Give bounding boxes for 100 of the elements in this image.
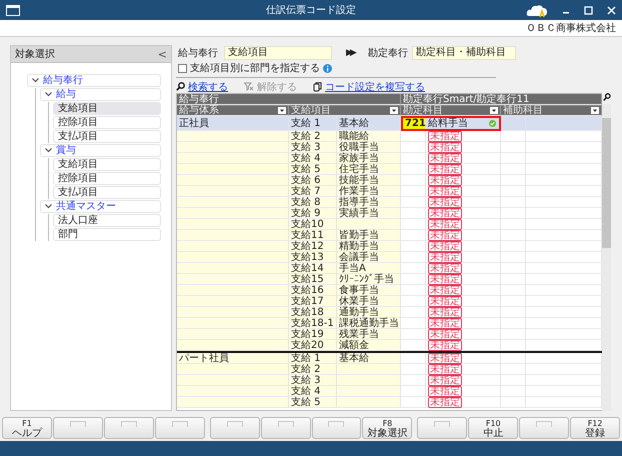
function-key[interactable]: F10 中止 [468, 417, 518, 439]
tree-item[interactable]: 支払項目 [53, 186, 161, 199]
table-cell [337, 386, 401, 397]
source-label: 給与奉行 [178, 46, 218, 60]
table-cell: 家族手当 [337, 153, 401, 164]
tree-item[interactable]: 部門 [53, 228, 161, 241]
table-cell: 支給16 [289, 285, 337, 296]
table-cell: 支給18-1 [289, 318, 337, 329]
tree-item[interactable]: 控除項目 [53, 172, 161, 185]
company-name: ＯＢＣ商事株式会社 [526, 22, 616, 35]
scrollbar-thumb[interactable] [602, 118, 611, 248]
table-cell: 住宅手当 [337, 164, 401, 175]
tree-item[interactable]: 控除項目 [53, 116, 161, 129]
table-cell: 支給 9 [289, 208, 337, 219]
copy-icon [313, 82, 322, 92]
search-icon [176, 82, 185, 91]
dropdown-icon[interactable] [591, 107, 599, 114]
column-header[interactable]: 勘定科目 [401, 105, 501, 116]
maximize-icon[interactable] [584, 6, 593, 14]
column-header[interactable]: 補助科目 [501, 105, 602, 116]
function-key[interactable]: F8 対象選択 [362, 417, 412, 439]
tree-item[interactable]: 支給項目 [53, 102, 161, 115]
table-cell: 基本給 [337, 353, 401, 364]
table-cell: 実績手当 [337, 208, 401, 219]
source-field: 支給項目 [224, 46, 332, 60]
zoom-icon[interactable] [603, 93, 611, 102]
tree-item[interactable]: 共通マスター [40, 200, 161, 213]
table-cell: パート社員 [177, 353, 289, 364]
table-cell: 支給14 [289, 263, 337, 274]
chevron-icon [32, 78, 39, 83]
table-cell: 支給 3 [289, 142, 337, 153]
close-icon[interactable] [607, 6, 616, 14]
table-cell: 皆勤手当 [337, 230, 401, 241]
table-cell: 手当A [337, 263, 401, 274]
chevron-icon [45, 204, 52, 209]
table-cell: 支給 8 [289, 197, 337, 208]
table-cell: 残業手当 [337, 329, 401, 340]
table-cell: 支給15 [289, 274, 337, 285]
window-icon [6, 4, 20, 16]
tree-item[interactable]: 法人口座 [53, 214, 161, 227]
table-cell: 役職手当 [337, 142, 401, 153]
filter-clear-icon [244, 82, 254, 91]
table-cell: 支給 1 [289, 353, 337, 364]
table-cell [337, 375, 401, 386]
dropdown-icon[interactable] [390, 107, 398, 114]
column-group-header: 給与奉行 [177, 94, 401, 105]
table-cell [337, 219, 401, 230]
arrow-label: ▶▶ [346, 48, 354, 58]
table-cell: 支給 4 [289, 386, 337, 397]
table-cell: 支給20 [289, 340, 337, 351]
table-cell [337, 397, 401, 408]
table-cell: 支給 6 [289, 175, 337, 186]
table-cell: 支給18 [289, 307, 337, 318]
table-cell: 支給19 [289, 329, 337, 340]
tree-item[interactable]: 支給項目 [53, 158, 161, 171]
table-cell: 基本給 [337, 116, 401, 131]
function-key[interactable]: F1 ヘルプ [2, 417, 52, 439]
table-cell: 会議手当 [337, 252, 401, 263]
column-header[interactable]: 給与体系 [177, 105, 289, 116]
dropdown-icon[interactable] [490, 107, 498, 114]
table-cell [337, 364, 401, 375]
table-cell: 支給12 [289, 241, 337, 252]
target-field: 勘定科目・補助科目 [412, 46, 516, 60]
column-header[interactable]: 支給項目 [289, 105, 401, 116]
table-cell: 技能手当 [337, 175, 401, 186]
sidebar-title: 対象選択 [15, 48, 55, 61]
table-cell: 精勤手当 [337, 241, 401, 252]
table-cell: 支給 2 [289, 364, 337, 375]
checkbox-label: 支給項目別に部門を指定する [190, 62, 320, 75]
info-icon [323, 64, 332, 72]
table-cell: 減額金 [337, 340, 401, 351]
table-cell: 課税通勤手当 [337, 318, 401, 329]
table-cell: 支給 5 [289, 164, 337, 175]
table-cell: 支給 2 [289, 131, 337, 142]
function-key[interactable]: F12 登録 [570, 417, 620, 439]
table-cell: 正社員 [177, 116, 289, 131]
table-cell: 支給 7 [289, 186, 337, 197]
table-cell: 通勤手当 [337, 307, 401, 318]
table-cell: 支給10 [289, 219, 337, 230]
table-cell: 支給 4 [289, 153, 337, 164]
checkbox[interactable] [178, 64, 187, 72]
table-cell: 指導手当 [337, 197, 401, 208]
table-cell: 支給 5 [289, 397, 337, 408]
account-name-cell: 給料手当 [426, 118, 499, 129]
chevron-icon [45, 148, 52, 153]
table-cell: 休業手当 [337, 296, 401, 307]
window-title: 仕訳伝票コード設定 [266, 4, 356, 17]
column-group-header: 勘定奉行Smart/勘定奉行11 [401, 94, 602, 105]
tree-item[interactable]: 支払項目 [53, 130, 161, 143]
collapse-button[interactable]: < [158, 48, 167, 60]
target-label: 勘定奉行 [368, 46, 408, 60]
table-cell: 食事手当 [337, 285, 401, 296]
table-cell: 支給17 [289, 296, 337, 307]
tree-item[interactable]: 賞与 [40, 144, 161, 157]
table-cell: ｸﾘｰﾆﾝｸﾞ手当 [337, 274, 401, 285]
table-cell: 支給 3 [289, 375, 337, 386]
tree-item[interactable]: 給与奉行 [27, 74, 161, 87]
table-cell: 支給13 [289, 252, 337, 263]
dropdown-icon[interactable] [278, 107, 286, 114]
tree-item[interactable]: 給与 [40, 88, 161, 101]
